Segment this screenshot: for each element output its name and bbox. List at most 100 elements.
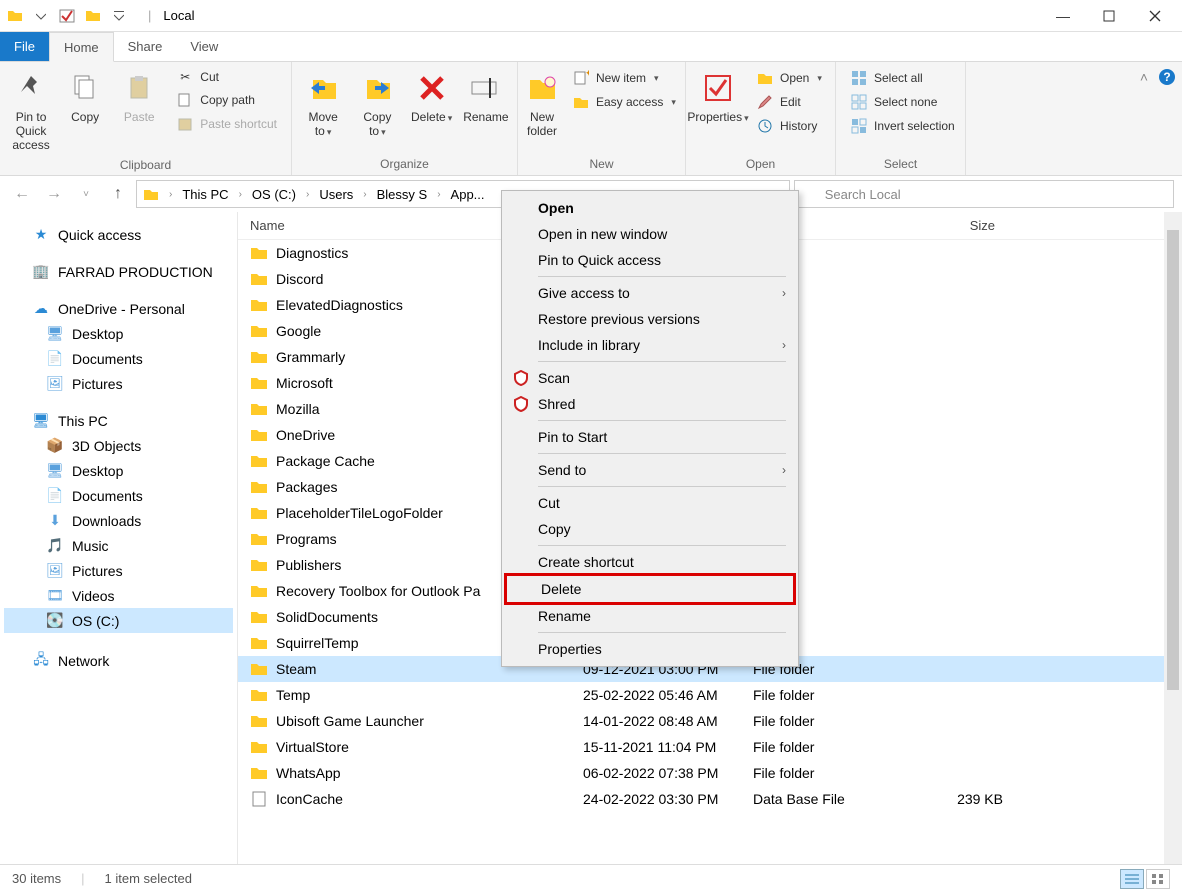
invertselection-button[interactable]: Invert selection	[846, 116, 959, 136]
file-row[interactable]: IconCache 24-02-2022 03:30 PM Data Base …	[238, 786, 1182, 812]
folder-icon	[250, 686, 268, 704]
nav-thispc-child[interactable]: 🎞Videos	[4, 583, 233, 608]
qat-dropdown-icon[interactable]	[30, 5, 52, 27]
newfolder-button[interactable]: New folder	[524, 66, 560, 142]
file-type: Data Base File	[753, 791, 903, 807]
file-icon	[250, 790, 268, 808]
folder-icon	[250, 634, 268, 652]
up-button[interactable]: ↑	[104, 180, 132, 208]
selectall-button[interactable]: Select all	[846, 68, 959, 88]
nav-onedrive[interactable]: ☁OneDrive - Personal	[4, 296, 233, 321]
crumb-users[interactable]: Users	[319, 187, 353, 202]
col-size[interactable]: Size	[895, 218, 995, 233]
ctx-shred[interactable]: Shred	[504, 391, 796, 417]
view-details-button[interactable]	[1120, 869, 1144, 889]
properties-button[interactable]: Properties▾	[692, 66, 744, 128]
nav-quick-access[interactable]: ★Quick access	[4, 222, 233, 247]
col-name[interactable]: Name	[250, 218, 285, 233]
nav-thispc-child[interactable]: 💽OS (C:)	[4, 608, 233, 633]
minimize-button[interactable]: —	[1040, 0, 1086, 32]
paste-shortcut-button[interactable]: Paste shortcut	[172, 114, 281, 134]
ctx-rename[interactable]: Rename	[504, 603, 796, 629]
crumb-appdata[interactable]: App...	[451, 187, 485, 202]
ctx-create-shortcut[interactable]: Create shortcut	[504, 549, 796, 575]
back-button[interactable]: ←	[8, 180, 36, 208]
edit-button[interactable]: Edit	[752, 92, 826, 112]
help-icon[interactable]: ?	[1158, 68, 1176, 86]
crumb-thispc[interactable]: This PC	[182, 187, 228, 202]
folder-icon	[250, 712, 268, 730]
nav-thispc-child[interactable]: 📦3D Objects	[4, 433, 233, 458]
copypath-icon	[176, 92, 194, 108]
close-button[interactable]	[1132, 0, 1178, 32]
moveto-button[interactable]: Move to▾	[298, 66, 348, 142]
ctx-open[interactable]: Open	[504, 195, 796, 221]
crumb-user[interactable]: Blessy S	[377, 187, 428, 202]
ctx-pin-start[interactable]: Pin to Start	[504, 424, 796, 450]
ctx-scan[interactable]: Scan	[504, 365, 796, 391]
file-name: Temp	[276, 687, 583, 703]
tab-share[interactable]: Share	[114, 32, 177, 61]
pin-icon	[17, 70, 45, 106]
ctx-pin-quick[interactable]: Pin to Quick access	[504, 247, 796, 273]
nav-network[interactable]: 🖧Network	[4, 645, 233, 677]
edit-icon	[756, 94, 774, 110]
file-row[interactable]: Ubisoft Game Launcher 14-01-2022 08:48 A…	[238, 708, 1182, 734]
scrollbar[interactable]	[1164, 212, 1182, 864]
pin-quick-access-button[interactable]: Pin to Quick access	[6, 66, 56, 156]
selectnone-button[interactable]: Select none	[846, 92, 959, 112]
tab-view[interactable]: View	[176, 32, 232, 61]
maximize-button[interactable]	[1086, 0, 1132, 32]
nav-thispc-child[interactable]: 📄Documents	[4, 483, 233, 508]
ctx-include[interactable]: Include in library›	[504, 332, 796, 358]
view-icons-button[interactable]	[1146, 869, 1170, 889]
recent-dropdown[interactable]: ˅	[72, 180, 100, 208]
nav-onedrive-child[interactable]: 📄Documents	[4, 346, 233, 371]
folder-icon	[4, 5, 26, 27]
nav-thispc-child[interactable]: 🖼Pictures	[4, 558, 233, 583]
ctx-sendto[interactable]: Send to›	[504, 457, 796, 483]
open-button[interactable]: Open▾	[752, 68, 826, 88]
check-icon[interactable]	[56, 5, 78, 27]
nav-farrad[interactable]: 🏢FARRAD PRODUCTION	[4, 259, 233, 284]
navigation-pane[interactable]: ★Quick access 🏢FARRAD PRODUCTION ☁OneDri…	[0, 212, 238, 864]
copyto-button[interactable]: Copy to▾	[352, 66, 402, 142]
nav-onedrive-child[interactable]: 🖥Desktop	[4, 321, 233, 346]
ctx-restore[interactable]: Restore previous versions	[504, 306, 796, 332]
rename-button[interactable]: Rename	[461, 66, 511, 128]
ctx-properties[interactable]: Properties	[504, 636, 796, 662]
tab-file[interactable]: File	[0, 32, 49, 61]
folder-open-icon[interactable]	[82, 5, 104, 27]
forward-button[interactable]: →	[40, 180, 68, 208]
cut-button[interactable]: ✂Cut	[172, 68, 281, 86]
newitem-button[interactable]: ✦New item▾	[568, 68, 680, 88]
qat-overflow-icon[interactable]	[108, 5, 130, 27]
paste-button[interactable]: Paste	[114, 66, 164, 128]
easyaccess-button[interactable]: Easy access▾	[568, 92, 680, 112]
svg-text:?: ?	[1163, 70, 1170, 84]
nav-onedrive-child[interactable]: 🖼Pictures	[4, 371, 233, 396]
nav-thispc-child[interactable]: 🖥Desktop	[4, 458, 233, 483]
nav-child-icon: ⬇	[46, 512, 64, 529]
file-row[interactable]: WhatsApp 06-02-2022 07:38 PM File folder	[238, 760, 1182, 786]
delete-button[interactable]: Delete▾	[407, 66, 457, 128]
copy-path-button[interactable]: Copy path	[172, 90, 281, 110]
crumb-osc[interactable]: OS (C:)	[252, 187, 296, 202]
search-box[interactable]: padSearch Local	[794, 180, 1174, 208]
nav-thispc-child[interactable]: 🎵Music	[4, 533, 233, 558]
folder-icon	[250, 582, 268, 600]
scroll-thumb[interactable]	[1167, 230, 1179, 690]
copy-button[interactable]: Copy	[60, 66, 110, 128]
nav-thispc-child[interactable]: ⬇Downloads	[4, 508, 233, 533]
ctx-copy[interactable]: Copy	[504, 516, 796, 542]
ribbon-collapse-icon[interactable]: ˄	[1140, 69, 1148, 85]
ctx-cut[interactable]: Cut	[504, 490, 796, 516]
history-button[interactable]: History	[752, 116, 826, 136]
file-row[interactable]: VirtualStore 15-11-2021 11:04 PM File fo…	[238, 734, 1182, 760]
ctx-open-new[interactable]: Open in new window	[504, 221, 796, 247]
ctx-give-access[interactable]: Give access to›	[504, 280, 796, 306]
ctx-delete[interactable]: Delete	[507, 576, 793, 602]
file-row[interactable]: Temp 25-02-2022 05:46 AM File folder	[238, 682, 1182, 708]
tab-home[interactable]: Home	[49, 32, 114, 62]
nav-thispc[interactable]: 🖥This PC	[4, 408, 233, 433]
